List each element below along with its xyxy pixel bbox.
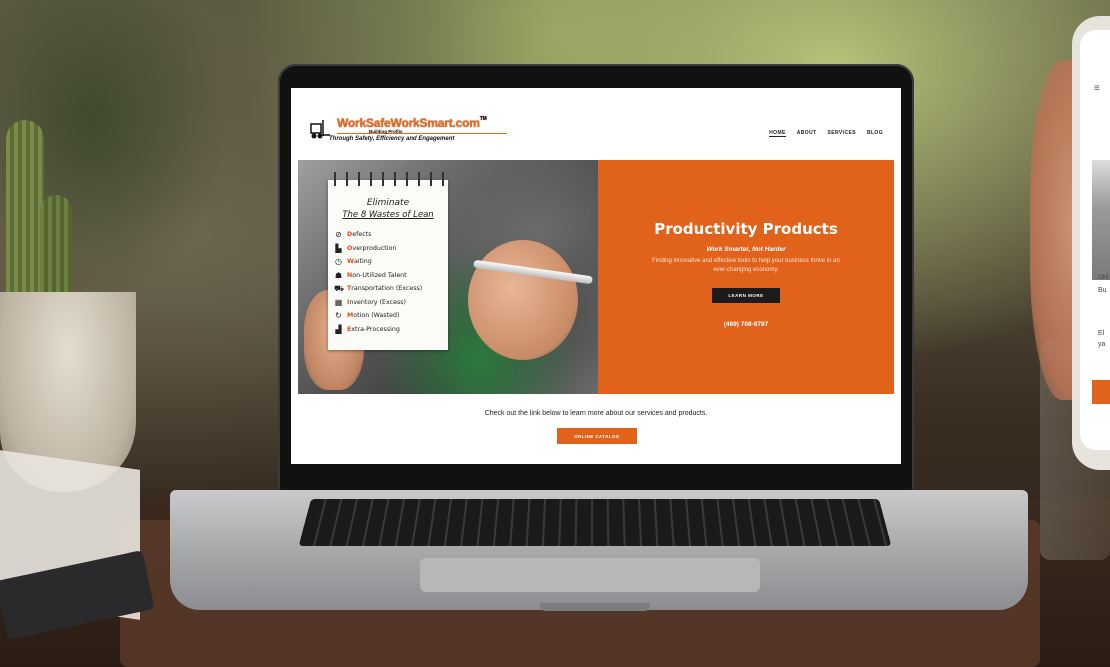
hero-body: Finding innovative and effective tools t… xyxy=(652,258,840,273)
truck-icon: ⛟ xyxy=(334,284,345,294)
list-item: ▟ Extra-Processing xyxy=(335,324,400,334)
notepad-title: Eliminate xyxy=(366,198,410,208)
laptop-trackpad xyxy=(420,558,760,592)
list-item: ▙ Overproduction xyxy=(335,243,397,253)
nav-home[interactable]: HOME xyxy=(769,130,786,137)
phone-button[interactable] xyxy=(1092,380,1110,404)
learn-more-button[interactable]: LEARN MORE xyxy=(712,288,780,303)
list-item: ☗ Non-Utilized Talent xyxy=(334,270,407,280)
site-logo[interactable]: WorkSafeWorkSmart.comTM Building Profits… xyxy=(309,116,509,156)
list-item: ⛟ Transportation (Excess) xyxy=(334,284,423,294)
waste-list: ⊘ Defects ▙ Overproduction ◷ Waiting ☗ Non-U… xyxy=(334,228,450,336)
hero-image: Eliminate The 8 Wastes of Lean ⊘ Defects … xyxy=(298,160,598,394)
notepad-spiral xyxy=(328,172,448,186)
phone-hero-image xyxy=(1092,160,1110,280)
boxes-icon: ▙ xyxy=(335,243,342,253)
nav-blog[interactable]: BLOG xyxy=(867,130,883,137)
person-icon: ☗ xyxy=(334,270,343,280)
phone-text: El xyxy=(1098,330,1105,337)
cta-text: Check out the link below to learn more a… xyxy=(484,410,708,417)
cactus xyxy=(6,120,44,320)
list-item: ⊘ Defects xyxy=(335,230,372,240)
laptop-lip xyxy=(540,603,650,611)
hero-subtitle: Work Smarter, Not Harder xyxy=(706,246,786,253)
logo-underline xyxy=(337,133,507,134)
phone-text: ya xyxy=(1098,341,1106,348)
list-item: ↻ Motion (Wasted) xyxy=(335,311,400,321)
phone-number[interactable]: (469) 708-9797 xyxy=(598,321,894,328)
hero-panel: Productivity Products Work Smarter, Not … xyxy=(598,160,894,394)
hamburger-menu-icon[interactable]: ≡ xyxy=(1094,83,1100,94)
nav-services[interactable]: SERVICES xyxy=(828,130,856,137)
factory-icon: ▟ xyxy=(335,324,342,334)
clock-icon: ◷ xyxy=(335,257,342,267)
no-entry-icon: ⊘ xyxy=(335,230,342,240)
online-catalog-button[interactable]: ONLINE CATALOG xyxy=(557,428,637,444)
phone-text: Unl xyxy=(1098,274,1109,281)
logo-trademark: TM xyxy=(479,116,487,122)
forklift-icon xyxy=(310,120,330,139)
laptop-keyboard xyxy=(298,498,892,547)
phone-screen: ≡ Unl Bu El ya xyxy=(1080,30,1110,450)
logo-building-profits: Building Profits xyxy=(369,129,403,134)
phone-text: Bu xyxy=(1098,287,1107,294)
laptop-screen-website: WorkSafeWorkSmart.comTM Building Profits… xyxy=(291,88,901,464)
cycle-arrows-icon: ↻ xyxy=(335,311,342,321)
logo-tagline: Through Safety, Efficiency and Engagemen… xyxy=(329,136,455,142)
hand-with-pen xyxy=(468,240,578,360)
notepad-subtitle: The 8 Wastes of Lean xyxy=(342,210,434,220)
logo-name: WorkSafeWorkSmart.comTM xyxy=(337,116,487,130)
main-nav: HOME ABOUT SERVICES BLOG xyxy=(769,130,883,137)
hero-title: Productivity Products xyxy=(654,220,838,238)
notepad: Eliminate The 8 Wastes of Lean ⊘ Defects … xyxy=(328,172,450,350)
nav-about[interactable]: ABOUT xyxy=(797,130,817,137)
hero-section: Eliminate The 8 Wastes of Lean ⊘ Defects … xyxy=(298,160,894,394)
site-header: WorkSafeWorkSmart.comTM Building Profits… xyxy=(291,88,901,160)
list-item: ◷ Waiting xyxy=(335,257,372,267)
shelf-icon: ▦ xyxy=(334,297,343,307)
list-item: ▦ Inventory (Excess) xyxy=(334,297,406,307)
